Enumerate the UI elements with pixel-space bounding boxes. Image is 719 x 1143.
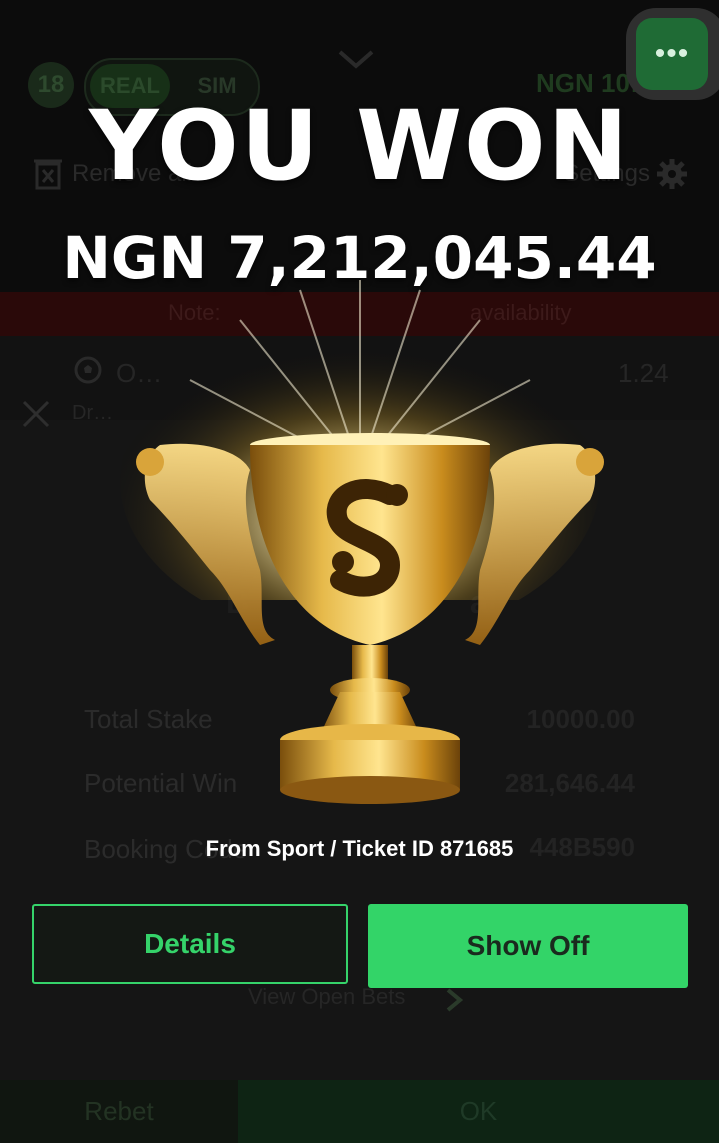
win-title: YOU WON xyxy=(89,90,630,202)
more-dots-icon[interactable]: ••• xyxy=(636,18,708,90)
show-off-button[interactable]: Show Off xyxy=(368,904,688,988)
details-button[interactable]: Details xyxy=(32,904,348,984)
chevron-right-icon[interactable] xyxy=(444,986,464,1014)
ok-button[interactable]: OK xyxy=(238,1080,719,1143)
chevron-down-icon[interactable] xyxy=(336,44,376,74)
close-icon[interactable] xyxy=(20,398,52,430)
ticket-info: From Sport / Ticket ID 871685 xyxy=(205,836,514,861)
win-amount: NGN 7,212,045.44 xyxy=(62,224,657,292)
rebet-button[interactable]: Rebet xyxy=(0,1080,238,1143)
note-text-right: availability xyxy=(470,300,572,325)
note-text: Note: xyxy=(168,300,221,325)
trophy-icon xyxy=(136,433,604,804)
